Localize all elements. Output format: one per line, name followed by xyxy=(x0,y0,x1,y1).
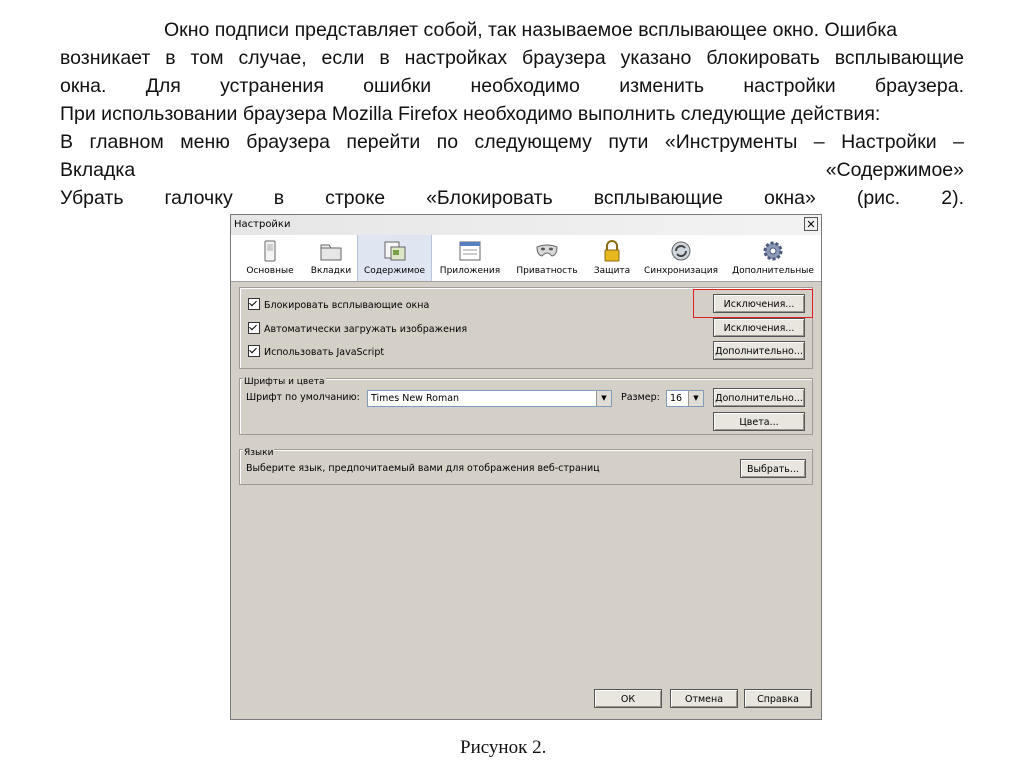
text-line-4: При использовании браузера Mozilla Firef… xyxy=(60,103,881,125)
tab-applications[interactable]: Приложения xyxy=(435,235,505,281)
block-popups-label: Блокировать всплывающие окна xyxy=(264,300,430,311)
help-button[interactable]: Справка xyxy=(744,689,812,708)
tab-privacy-label: Приватность xyxy=(516,266,578,276)
mask-icon xyxy=(536,244,558,257)
applications-icon xyxy=(459,241,481,261)
use-js-checkbox[interactable] xyxy=(248,345,260,357)
auto-images-checkbox[interactable] xyxy=(248,322,260,334)
font-size-label: Размер: xyxy=(621,392,660,403)
text-line-5: В главном меню браузера перейти по следу… xyxy=(60,131,964,153)
tab-tabs-label: Вкладки xyxy=(310,266,352,276)
tab-applications-label: Приложения xyxy=(439,266,501,276)
settings-toolbar: Основные Вкладки Содержимое Приложения П… xyxy=(231,235,821,282)
default-font-label: Шрифт по умолчанию: xyxy=(246,392,360,403)
fonts-colors-group: Шрифты и цвета Шрифт по умолчанию: Times… xyxy=(239,377,813,435)
ok-button[interactable]: ОК xyxy=(594,689,662,708)
block-popups-checkbox[interactable] xyxy=(248,298,260,310)
text-line-6: Вкладка «Содержимое» xyxy=(60,156,964,184)
font-size-select[interactable]: 16 ▼ xyxy=(666,390,704,407)
lock-icon xyxy=(604,240,620,262)
languages-group: Языки Выберите язык, предпочитаемый вами… xyxy=(239,448,813,485)
colors-button[interactable]: Цвета... xyxy=(713,412,805,431)
tab-general-label: Основные xyxy=(246,266,294,276)
chevron-down-icon[interactable]: ▼ xyxy=(688,391,703,406)
tab-security-label: Защита xyxy=(593,266,631,276)
default-font-value: Times New Roman xyxy=(371,393,460,404)
text-line-7: Убрать галочку в строке «Блокировать всп… xyxy=(60,187,964,209)
cancel-button[interactable]: Отмена xyxy=(670,689,738,708)
fonts-group-title: Шрифты и цвета xyxy=(243,377,326,387)
use-js-label: Использовать JavaScript xyxy=(264,347,385,358)
tab-content-label: Содержимое xyxy=(363,266,426,276)
switch-icon xyxy=(264,240,276,262)
figure-caption: Рисунок 2. xyxy=(460,737,547,758)
use-js-row[interactable]: Использовать JavaScript xyxy=(248,345,384,358)
tab-content[interactable]: Содержимое xyxy=(357,235,432,281)
languages-group-title: Языки xyxy=(243,448,275,458)
tab-privacy[interactable]: Приватность xyxy=(511,235,583,281)
tab-sync[interactable]: Синхронизация xyxy=(641,235,721,281)
content-options-group: Блокировать всплывающие окна Автоматичес… xyxy=(239,287,813,369)
content-icon xyxy=(384,241,405,261)
default-font-select[interactable]: Times New Roman ▼ xyxy=(367,390,612,407)
settings-dialog: Настройки ✕ Основные Вкладки Содержимое xyxy=(230,214,822,720)
folder-tabs-icon xyxy=(320,244,342,261)
languages-description: Выберите язык, предпочитаемый вами для о… xyxy=(246,463,600,474)
block-popups-row[interactable]: Блокировать всплывающие окна xyxy=(248,298,429,311)
tab-general[interactable]: Основные xyxy=(235,235,305,281)
text-line-6-left: Вкладка xyxy=(60,159,136,181)
instruction-paragraph: Окно подписи представляет собой, так наз… xyxy=(60,16,964,212)
text-line-6-right: «Содержимое» xyxy=(825,159,964,181)
tab-security[interactable]: Защита xyxy=(587,235,637,281)
tab-sync-label: Синхронизация xyxy=(644,266,718,276)
close-button[interactable]: ✕ xyxy=(804,217,818,231)
font-size-value: 16 xyxy=(670,393,683,404)
tab-advanced[interactable]: Дополнительные xyxy=(727,235,819,281)
images-exceptions-button[interactable]: Исключения... xyxy=(713,318,805,337)
sync-icon xyxy=(671,241,691,261)
tab-advanced-label: Дополнительные xyxy=(732,266,814,276)
auto-images-label: Автоматически загружать изображения xyxy=(264,324,468,335)
dialog-titlebar: Настройки ✕ xyxy=(231,215,821,235)
tab-tabs[interactable]: Вкладки xyxy=(305,235,357,281)
text-line-2: возникает в том случае, если в настройка… xyxy=(60,47,964,69)
popup-exceptions-highlight xyxy=(693,289,813,318)
text-line-3: окна. Для устранения ошибки необходимо и… xyxy=(60,75,964,97)
chevron-down-icon[interactable]: ▼ xyxy=(596,391,611,406)
fonts-advanced-button[interactable]: Дополнительно... xyxy=(713,388,805,407)
js-advanced-button[interactable]: Дополнительно... xyxy=(713,341,805,360)
gear-icon xyxy=(763,241,783,261)
dialog-title: Настройки xyxy=(234,219,291,230)
text-line-1: Окно подписи представляет собой, так наз… xyxy=(164,19,898,41)
auto-images-row[interactable]: Автоматически загружать изображения xyxy=(248,322,467,335)
choose-language-button[interactable]: Выбрать... xyxy=(740,459,806,478)
